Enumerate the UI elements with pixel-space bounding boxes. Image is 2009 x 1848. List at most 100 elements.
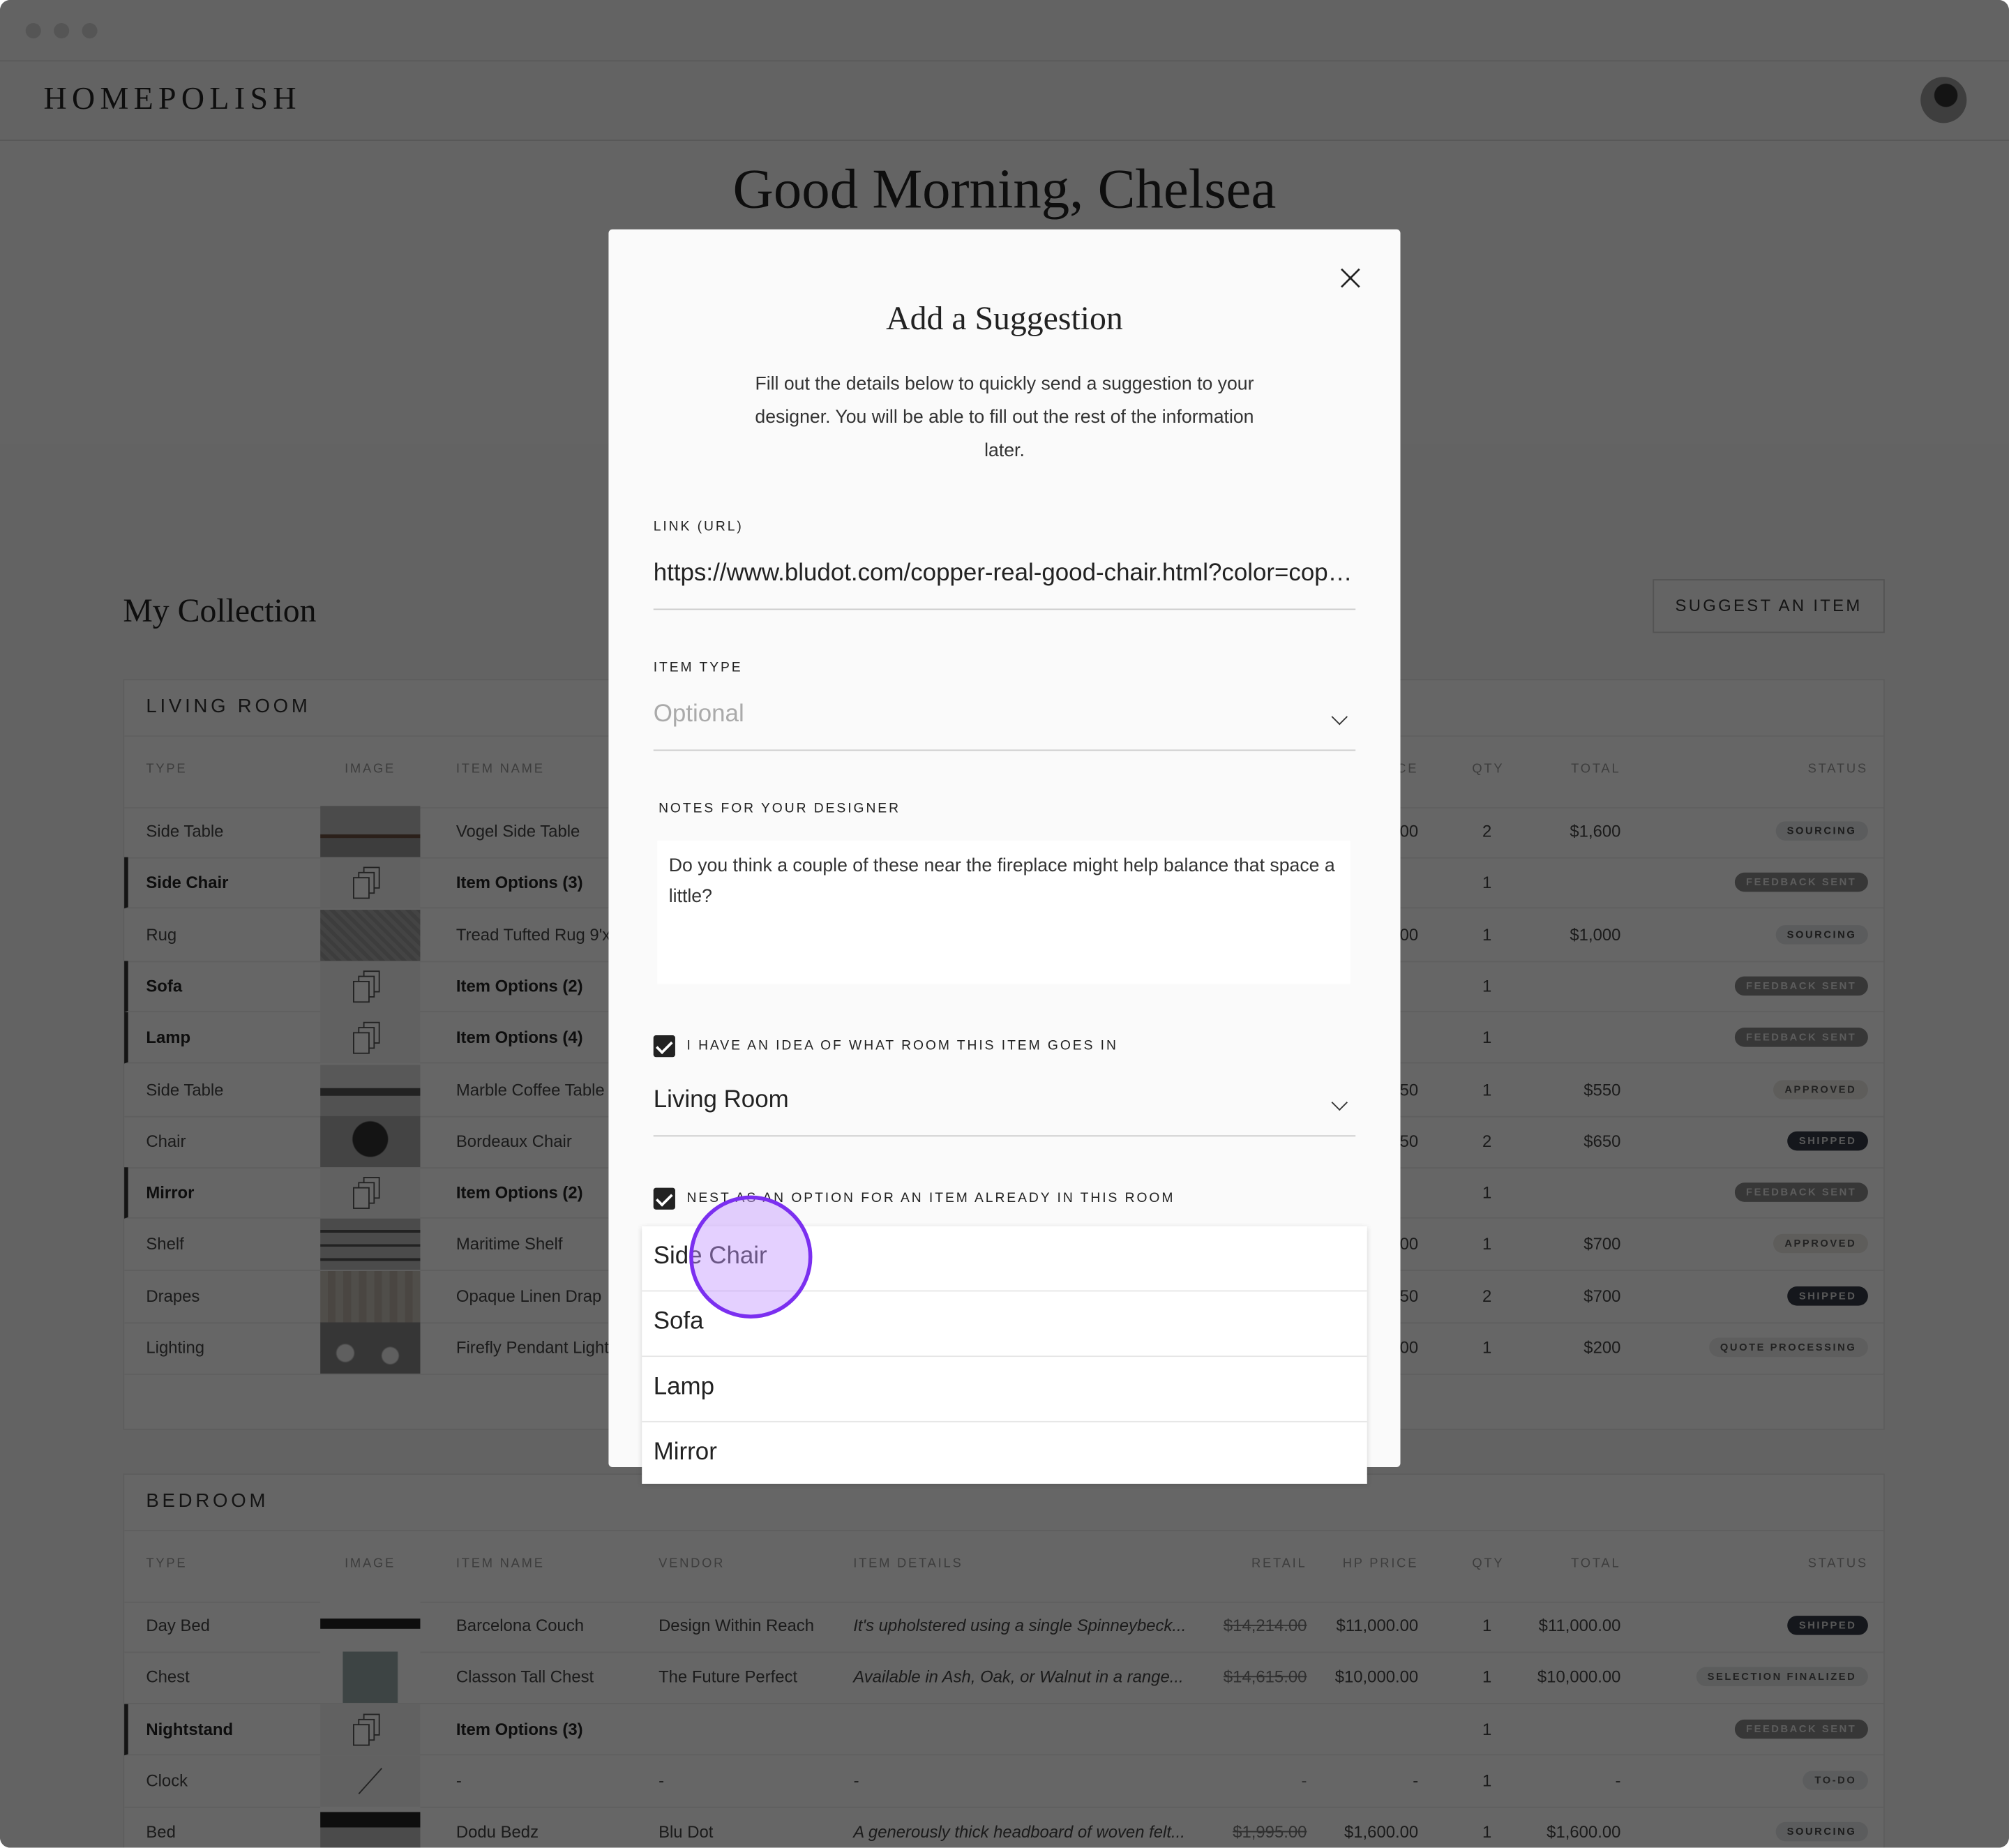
quantity: 1 xyxy=(1482,976,1492,996)
item-name[interactable]: Item Options (4) xyxy=(456,1028,583,1047)
link-label: LINK (URL) xyxy=(653,518,744,534)
column-header-item-name[interactable]: ITEM NAME xyxy=(456,763,545,776)
logo[interactable]: HOMEPOLISH xyxy=(43,82,301,118)
column-header-type[interactable]: TYPE xyxy=(146,1557,187,1571)
item-name[interactable]: Tread Tufted Rug 9'x xyxy=(456,924,610,944)
column-header-image[interactable]: IMAGE xyxy=(345,1557,396,1571)
notes-textarea[interactable]: Do you think a couple of these near the … xyxy=(657,840,1350,984)
item-name[interactable]: Marble Coffee Table xyxy=(456,1079,605,1099)
quantity: 1 xyxy=(1482,1667,1492,1687)
dropdown-option-sofa[interactable]: Sofa xyxy=(642,1291,1367,1358)
room-select[interactable]: Living Room xyxy=(653,1087,1356,1137)
close-window-button[interactable] xyxy=(25,23,41,39)
dropdown-option-lamp[interactable]: Lamp xyxy=(642,1357,1367,1422)
table-row[interactable]: Day Bed Barcelona Couch Design Within Reac… xyxy=(124,1600,1883,1653)
hp-price: 00 xyxy=(1399,1337,1419,1358)
status-badge: APPROVED xyxy=(1773,1079,1868,1099)
table-row[interactable]: Clock - - - - - 1 - TO-DO xyxy=(124,1755,1883,1808)
item-type: Shelf xyxy=(146,1234,184,1254)
options-stack-icon xyxy=(320,1704,421,1755)
column-header-status[interactable]: STATUS xyxy=(1808,1557,1868,1571)
close-icon[interactable] xyxy=(1340,268,1360,288)
item-type: Mirror xyxy=(146,1182,195,1202)
suggest-item-button[interactable]: SUGGEST AN ITEM xyxy=(1653,579,1885,633)
modal-description: Fill out the details below to quickly se… xyxy=(755,374,1254,462)
item-name[interactable]: Item Options (3) xyxy=(456,1719,583,1738)
total-price: $1,600.00 xyxy=(1547,1822,1621,1842)
column-header-type[interactable]: TYPE xyxy=(146,763,187,776)
top-nav xyxy=(0,61,2009,142)
status-badge: SOURCING xyxy=(1775,821,1868,841)
maximize-window-button[interactable] xyxy=(82,23,98,39)
room-card-bedroom: BEDROOM TYPE IMAGE ITEM NAME VENDOR ITEM DETA… xyxy=(123,1473,1885,1848)
column-header-status[interactable]: STATUS xyxy=(1808,763,1868,776)
table-row[interactable]: Bed Dodu Bedz Blu Dot A generously thick he… xyxy=(124,1807,1883,1848)
item-type: Side Chair xyxy=(146,873,229,892)
column-header-qty[interactable]: QTY xyxy=(1472,1557,1504,1571)
link-input[interactable]: https://www.bludot.com/copper-real-good-… xyxy=(653,560,1356,610)
quantity: 1 xyxy=(1482,1079,1492,1099)
status-badge: APPROVED xyxy=(1773,1234,1868,1254)
modal-title: Add a Suggestion xyxy=(886,299,1123,338)
minimize-window-button[interactable] xyxy=(54,23,70,39)
nest-checkbox[interactable] xyxy=(653,1187,675,1210)
item-image xyxy=(320,1807,421,1848)
column-header-total[interactable]: TOTAL xyxy=(1571,1557,1620,1571)
column-header-total[interactable]: TOTAL xyxy=(1571,763,1620,776)
item-name[interactable]: Dodu Bedz xyxy=(456,1822,539,1842)
avatar[interactable] xyxy=(1920,77,1967,123)
quantity: 1 xyxy=(1482,1182,1492,1202)
item-type: Side Table xyxy=(146,821,224,841)
dropdown-option-mirror[interactable]: Mirror xyxy=(642,1422,1367,1488)
item-name[interactable]: - xyxy=(456,1771,462,1790)
status-badge: SHIPPED xyxy=(1787,1131,1868,1150)
column-header-retail[interactable]: RETAIL xyxy=(1251,1557,1307,1571)
hp-price: $10,000.00 xyxy=(1334,1667,1419,1687)
item-details: It's upholstered using a single Spinneyb… xyxy=(853,1616,1187,1635)
room-checkbox-label: I HAVE AN IDEA OF WHAT ROOM THIS ITEM GO… xyxy=(686,1037,1118,1053)
hp-price: 50 xyxy=(1399,1131,1419,1150)
room-checkbox[interactable] xyxy=(653,1035,675,1058)
quantity: 1 xyxy=(1482,1616,1492,1635)
item-name[interactable]: Firefly Pendant Light xyxy=(456,1338,609,1358)
column-header-hp-price[interactable]: HP PRICE xyxy=(1343,1557,1418,1571)
item-name[interactable]: Vogel Side Table xyxy=(456,821,580,841)
quantity: 1 xyxy=(1482,1234,1492,1254)
column-header-item-details[interactable]: ITEM DETAILS xyxy=(853,1557,963,1571)
dropdown-option-side-chair[interactable]: Side Chair xyxy=(642,1226,1367,1292)
item-name[interactable]: Bordeaux Chair xyxy=(456,1131,572,1150)
item-type-select[interactable]: Optional xyxy=(653,700,1356,751)
status-badge: SOURCING xyxy=(1775,1822,1868,1842)
item-image xyxy=(320,1064,421,1115)
hp-price: - xyxy=(1413,1771,1419,1790)
vendor: The Future Perfect xyxy=(659,1667,798,1687)
item-name[interactable]: Item Options (2) xyxy=(456,1182,583,1202)
quantity: 1 xyxy=(1482,873,1492,892)
quantity: 2 xyxy=(1482,1131,1492,1150)
item-name[interactable]: Barcelona Couch xyxy=(456,1616,584,1635)
column-header-image[interactable]: IMAGE xyxy=(345,763,396,776)
column-header-qty[interactable]: QTY xyxy=(1472,763,1504,776)
item-type-placeholder: Optional xyxy=(653,700,744,728)
item-image xyxy=(320,1600,421,1652)
total-price: - xyxy=(1615,1771,1621,1790)
status-badge: SHIPPED xyxy=(1787,1286,1868,1306)
quantity: 1 xyxy=(1482,1028,1492,1047)
title-bar xyxy=(0,0,2009,62)
collection-title: My Collection xyxy=(123,592,317,629)
greeting-heading: Good Morning, Chelsea xyxy=(732,157,1277,220)
item-name[interactable]: Item Options (2) xyxy=(456,976,583,996)
options-stack-icon xyxy=(320,857,421,909)
column-header-vendor[interactable]: VENDOR xyxy=(659,1557,725,1571)
retail-price: $14,214.00 xyxy=(1223,1616,1307,1635)
item-name[interactable]: Maritime Shelf xyxy=(456,1234,563,1254)
item-image xyxy=(320,909,421,961)
column-header-item-name[interactable]: ITEM NAME xyxy=(456,1557,545,1571)
item-name[interactable]: Classon Tall Chest xyxy=(456,1667,594,1687)
table-row[interactable]: Nightstand Item Options (3) 1 FEEDBACK SENT xyxy=(124,1704,1883,1755)
table-row[interactable]: Chest Classon Tall Chest The Future Perfec… xyxy=(124,1652,1883,1705)
item-name[interactable]: Item Options (3) xyxy=(456,873,583,892)
item-name[interactable]: Opaque Linen Drap xyxy=(456,1286,601,1305)
quantity: 1 xyxy=(1482,1719,1492,1738)
chevron-down-icon xyxy=(1331,1094,1348,1111)
